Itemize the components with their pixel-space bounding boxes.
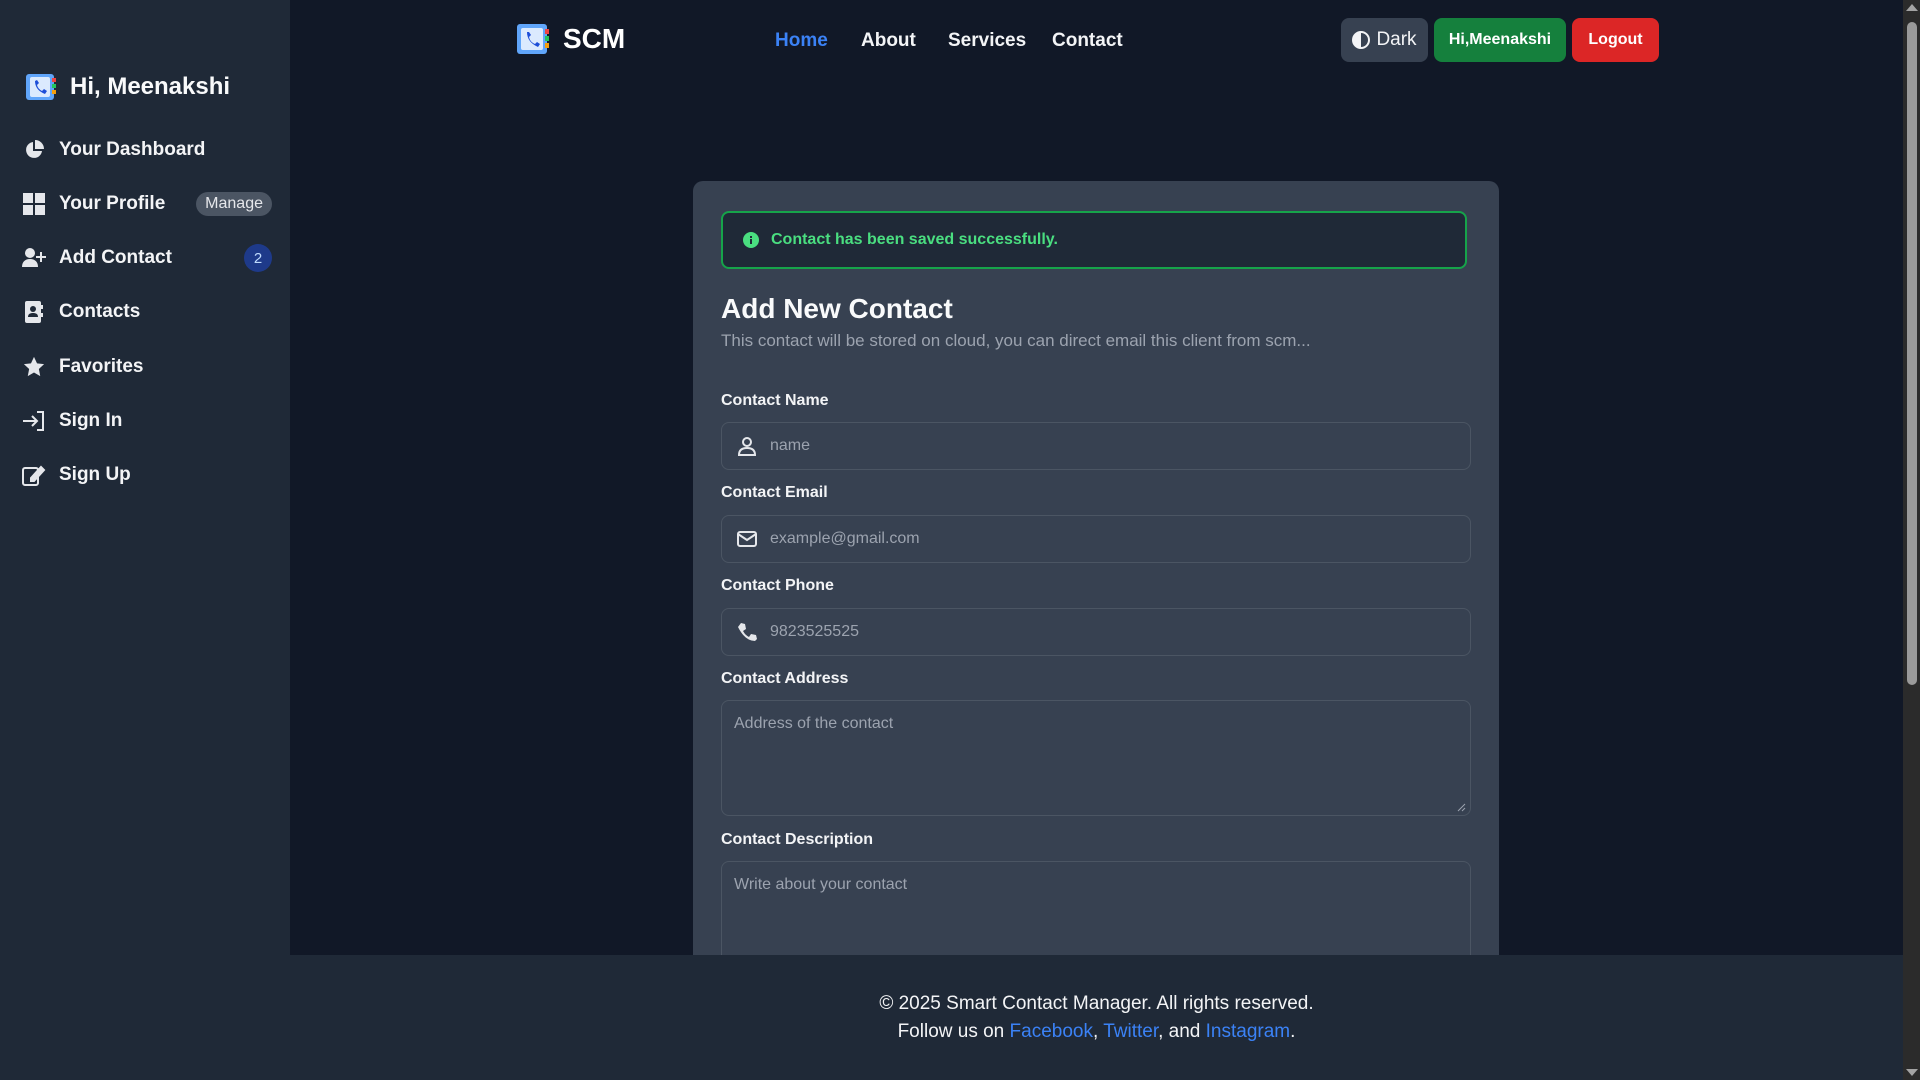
nav-link-home[interactable]: Home xyxy=(775,30,828,52)
facebook-link[interactable]: Facebook xyxy=(1010,1021,1093,1042)
sidebar-item-sign-up[interactable]: Sign Up xyxy=(22,455,272,495)
contact-phone-input[interactable]: 9823525525 xyxy=(721,608,1471,656)
star-icon xyxy=(22,355,46,379)
contact-name-input[interactable]: name xyxy=(721,422,1471,470)
user-icon xyxy=(736,435,758,457)
grid-icon xyxy=(22,192,46,216)
sidebar-item-dashboard[interactable]: Your Dashboard xyxy=(22,130,272,170)
contact-address-placeholder: Address of the contact xyxy=(734,715,894,732)
theme-toggle-button[interactable]: Dark xyxy=(1341,18,1428,62)
brand[interactable]: SCM xyxy=(515,22,625,56)
sidebar-item-label: Your Profile xyxy=(59,193,166,214)
contact-phone-label: Contact Phone xyxy=(721,577,834,594)
user-plus-icon xyxy=(22,246,46,270)
follow-prefix: Follow us on xyxy=(897,1021,1010,1042)
brand-name: SCM xyxy=(563,23,626,54)
logout-button[interactable]: Logout xyxy=(1572,18,1659,62)
contact-description-placeholder: Write about your contact xyxy=(734,876,908,893)
footer-follow: Follow us on Facebook, Twitter, and Inst… xyxy=(290,1021,1903,1043)
sidebar-item-profile[interactable]: Your Profile Manage xyxy=(22,184,272,224)
sidebar-item-label: Sign In xyxy=(59,410,123,431)
envelope-icon xyxy=(736,528,758,550)
footer-separator: , and xyxy=(1158,1021,1206,1042)
sidebar-item-sign-in[interactable]: Sign In xyxy=(22,401,272,441)
manage-badge: Manage xyxy=(196,192,272,216)
sidebar-greeting: Hi, Meenakshi xyxy=(70,73,231,100)
sidebar-item-label: Favorites xyxy=(59,356,144,377)
footer: © 2025 Smart Contact Manager. All rights… xyxy=(290,955,1903,1080)
add-contact-card: Contact has been saved successfully. Add… xyxy=(693,181,1499,961)
sidebar-item-label: Add Contact xyxy=(59,247,172,268)
contact-email-label: Contact Email xyxy=(721,484,828,501)
nav-link-contact[interactable]: Contact xyxy=(1052,30,1123,52)
form-title: Add New Contact xyxy=(721,293,953,324)
contact-name-label: Contact Name xyxy=(721,392,829,409)
contact-count-badge: 2 xyxy=(244,244,272,272)
contact-phone-placeholder: 9823525525 xyxy=(770,623,859,640)
app-logo-icon xyxy=(26,74,56,100)
contact-email-placeholder: example@gmail.com xyxy=(770,530,920,547)
contact-address-label: Contact Address xyxy=(721,670,849,687)
sign-in-icon xyxy=(22,409,46,433)
twitter-link[interactable]: Twitter xyxy=(1103,1021,1158,1042)
footer-end: . xyxy=(1290,1021,1296,1042)
half-circle-icon xyxy=(1352,31,1371,49)
footer-copyright: © 2025 Smart Contact Manager. All rights… xyxy=(879,993,1314,1014)
success-alert: Contact has been saved successfully. xyxy=(721,211,1467,269)
address-book-icon xyxy=(22,300,46,324)
chart-pie-icon xyxy=(22,138,46,162)
sidebar-item-contacts[interactable]: Contacts xyxy=(22,292,272,332)
user-button[interactable]: Hi,Meenakshi xyxy=(1434,18,1566,62)
sidebar-item-label: Your Dashboard xyxy=(59,139,206,160)
page-scrollbar[interactable] xyxy=(1903,0,1920,1080)
theme-toggle-label: Dark xyxy=(1376,29,1417,50)
nav-link-about[interactable]: About xyxy=(861,30,916,52)
resize-grip-icon[interactable] xyxy=(1456,802,1466,812)
phone-icon xyxy=(736,621,758,643)
contact-email-input[interactable]: example@gmail.com xyxy=(721,515,1471,563)
info-circle-icon xyxy=(743,232,759,248)
contact-address-textarea[interactable]: Address of the contact xyxy=(721,700,1471,816)
sidebar: Hi, Meenakshi Your Dashboard Your Profil… xyxy=(0,0,290,1080)
edit-icon xyxy=(22,463,46,487)
sidebar-item-add-contact[interactable]: Add Contact 2 xyxy=(22,238,272,278)
nav-link-services[interactable]: Services xyxy=(948,30,1026,52)
sidebar-item-favorites[interactable]: Favorites xyxy=(22,347,272,387)
sidebar-header: Hi, Meenakshi xyxy=(24,72,230,102)
brand-logo-icon xyxy=(517,24,549,54)
contact-name-placeholder: name xyxy=(770,437,811,454)
scroll-up-icon[interactable] xyxy=(1906,4,1918,11)
contact-description-label: Contact Description xyxy=(721,831,874,848)
sidebar-item-label: Sign Up xyxy=(59,464,131,485)
alert-message: Contact has been saved successfully. xyxy=(771,231,1058,248)
form-subtitle: This contact will be stored on cloud, yo… xyxy=(721,331,1311,350)
footer-separator: , xyxy=(1092,1021,1104,1042)
scroll-down-icon[interactable] xyxy=(1906,1069,1918,1076)
instagram-link[interactable]: Instagram xyxy=(1206,1021,1290,1042)
scrollbar-thumb[interactable] xyxy=(1907,22,1917,685)
sidebar-item-label: Contacts xyxy=(59,301,141,322)
contact-description-textarea[interactable]: Write about your contact xyxy=(721,861,1471,961)
